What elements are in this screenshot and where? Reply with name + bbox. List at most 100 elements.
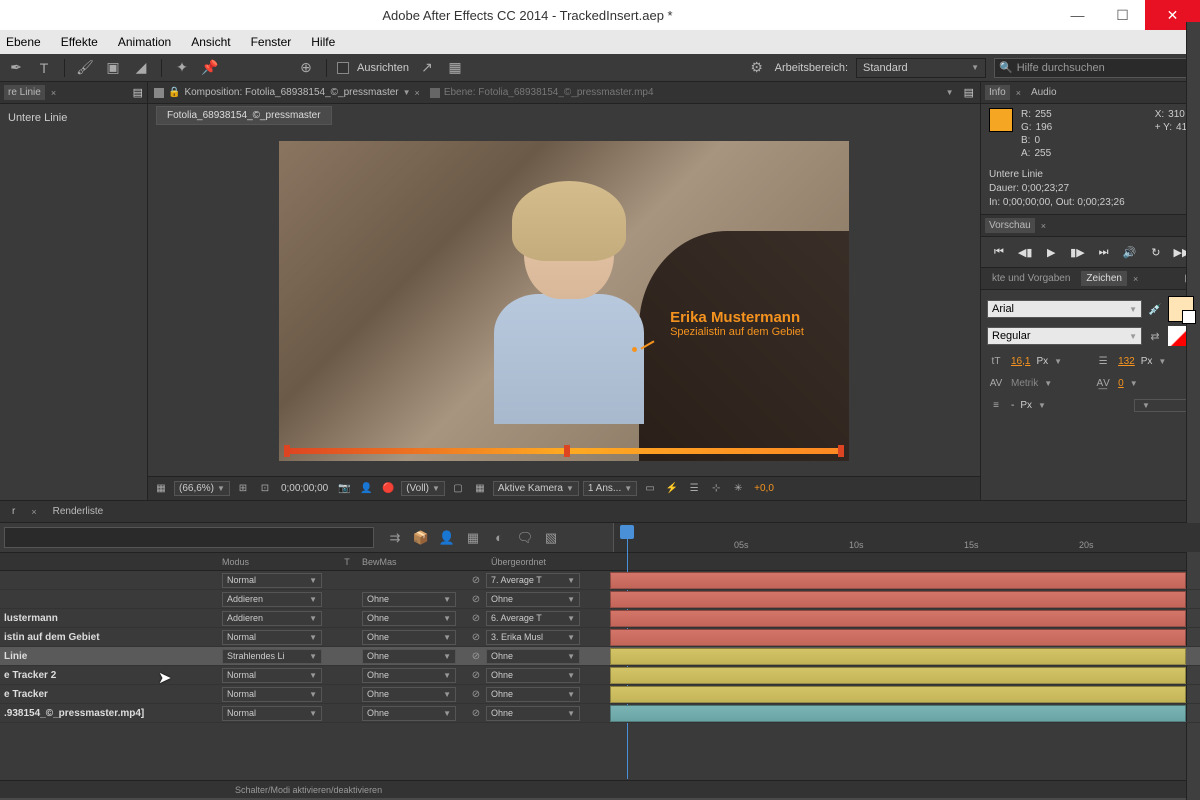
audio-tab[interactable]: Audio: [1027, 85, 1061, 100]
char-close-icon[interactable]: ×: [1133, 274, 1138, 284]
tab-close-icon[interactable]: ×: [51, 88, 56, 98]
pickwhip-icon[interactable]: ⊘: [466, 708, 486, 719]
blend-mode-dropdown[interactable]: Normal▼: [222, 706, 322, 721]
reset-exposure-icon[interactable]: ✳: [729, 480, 747, 498]
playhead[interactable]: [620, 525, 634, 539]
play-button[interactable]: ▶: [1041, 243, 1061, 261]
pickwhip-icon[interactable]: ⊘: [466, 651, 486, 662]
timeline-tab-1[interactable]: r: [6, 504, 21, 519]
fast-preview-icon[interactable]: ⚡: [663, 480, 681, 498]
motion-blur-icon[interactable]: ◐: [488, 527, 510, 549]
snapshot-icon[interactable]: 📷: [335, 480, 353, 498]
parent-dropdown[interactable]: 7. Average T▼: [486, 573, 580, 588]
time-ruler[interactable]: 05s 10s 15s 20s: [613, 523, 1200, 552]
resolution-dropdown[interactable]: (Voll)▼: [401, 481, 445, 496]
blend-mode-dropdown[interactable]: Addieren▼: [222, 611, 322, 626]
brain-icon[interactable]: 🗨: [514, 527, 536, 549]
comp-tab-1[interactable]: Komposition: Fotolia_68938154_©_pressmas…: [184, 87, 398, 98]
tracking-value[interactable]: 0: [1118, 378, 1124, 389]
timecode-display[interactable]: 0;00;00;00: [278, 483, 331, 494]
blend-mode-dropdown[interactable]: Normal▼: [222, 573, 322, 588]
camera-dropdown[interactable]: Aktive Kamera▼: [493, 481, 579, 496]
help-search-input[interactable]: 🔍Hilfe durchsuchen: [994, 58, 1194, 78]
zoom-dropdown[interactable]: (66,6%)▼: [174, 481, 230, 496]
last-frame-button[interactable]: ⏭: [1094, 243, 1114, 261]
roi-icon[interactable]: ▢: [449, 480, 467, 498]
workspace-dropdown[interactable]: Standard▼: [856, 58, 986, 78]
preview-close-icon[interactable]: ×: [1041, 221, 1046, 231]
layer-bar[interactable]: [610, 629, 1186, 646]
axis-icon[interactable]: ⊕: [296, 58, 316, 78]
pickwhip-icon[interactable]: ⊘: [466, 670, 486, 681]
next-frame-button[interactable]: ▮▶: [1067, 243, 1087, 261]
pickwhip-icon[interactable]: ⊘: [466, 594, 486, 605]
parent-dropdown[interactable]: 6. Average T▼: [486, 611, 580, 626]
timeline-search-input[interactable]: [4, 527, 374, 548]
parent-dropdown[interactable]: Ohne▼: [486, 706, 580, 721]
font-size-value[interactable]: 16,1: [1011, 356, 1030, 367]
fill-stroke-swatch[interactable]: [1168, 296, 1194, 322]
layer-bar[interactable]: [610, 610, 1186, 627]
menu-ebene[interactable]: Ebene: [4, 35, 43, 49]
left-tab[interactable]: re Linie: [4, 85, 45, 100]
preview-tab[interactable]: Vorschau: [985, 218, 1035, 233]
switches-toggle[interactable]: Schalter/Modi aktivieren/deaktivieren: [235, 785, 382, 795]
blend-mode-dropdown[interactable]: Normal▼: [222, 668, 322, 683]
comp-tab-2[interactable]: Ebene: Fotolia_68938154_©_pressmaster.mp…: [444, 87, 654, 98]
layer-bar[interactable]: [610, 591, 1186, 608]
magnify-icon[interactable]: ▦: [152, 480, 170, 498]
minimize-button[interactable]: —: [1055, 0, 1100, 30]
prev-frame-button[interactable]: ◀▮: [1015, 243, 1035, 261]
selection-box[interactable]: [284, 448, 844, 456]
parent-dropdown[interactable]: Ohne▼: [486, 592, 580, 607]
draft-3d-icon[interactable]: 📦: [410, 527, 432, 549]
eraser-tool-icon[interactable]: ◢: [131, 58, 151, 78]
menu-animation[interactable]: Animation: [116, 35, 173, 49]
info-tab[interactable]: Info: [985, 85, 1010, 100]
search-icon[interactable]: ⚙: [747, 58, 767, 78]
menu-fenster[interactable]: Fenster: [249, 35, 294, 49]
font-style-dropdown[interactable]: Regular▼: [987, 327, 1142, 345]
nested-comp-tab[interactable]: Fotolia_68938154_©_pressmaster: [156, 106, 332, 125]
clone-tool-icon[interactable]: ▣: [103, 58, 123, 78]
pixel-aspect-icon[interactable]: ▭: [641, 480, 659, 498]
eyedropper-icon[interactable]: 💉: [1146, 300, 1164, 318]
snap-box-icon[interactable]: ▦: [445, 58, 465, 78]
channel-icon[interactable]: 👤: [357, 480, 375, 498]
flowchart-icon[interactable]: ⊹: [707, 480, 725, 498]
snap-checkbox[interactable]: [337, 62, 349, 74]
blend-mode-dropdown[interactable]: Strahlendes Li▼: [222, 649, 322, 664]
parent-dropdown[interactable]: Ohne▼: [486, 668, 580, 683]
comp-mini-flowchart-icon[interactable]: ⇉: [384, 527, 406, 549]
hide-shy-icon[interactable]: 👤: [436, 527, 458, 549]
exposure-value[interactable]: +0,0: [751, 483, 777, 494]
pickwhip-icon[interactable]: ⊘: [466, 613, 486, 624]
grid-icon[interactable]: ⊞: [234, 480, 252, 498]
menu-effekte[interactable]: Effekte: [59, 35, 100, 49]
effects-presets-tab[interactable]: kte und Vorgaben: [987, 271, 1075, 286]
pen-tool-icon[interactable]: ✒: [6, 58, 26, 78]
stroke-value[interactable]: -: [1011, 400, 1014, 411]
comp-menu-icon[interactable]: ▤: [964, 86, 974, 99]
pickwhip-icon[interactable]: ⊘: [466, 689, 486, 700]
track-matte-dropdown[interactable]: Ohne▼: [362, 668, 456, 683]
layer-bar[interactable]: [610, 667, 1186, 684]
blend-mode-dropdown[interactable]: Normal▼: [222, 630, 322, 645]
roto-tool-icon[interactable]: ✦: [172, 58, 192, 78]
comp-dropdown-icon[interactable]: ▼: [946, 88, 954, 97]
parent-dropdown[interactable]: Ohne▼: [486, 687, 580, 702]
pickwhip-icon[interactable]: ⊘: [466, 575, 486, 586]
track-matte-dropdown[interactable]: Ohne▼: [362, 649, 456, 664]
info-close-icon[interactable]: ×: [1016, 88, 1021, 98]
graph-editor-icon[interactable]: ▧: [540, 527, 562, 549]
maximize-button[interactable]: ☐: [1100, 0, 1145, 30]
kerning-value[interactable]: Metrik: [1011, 378, 1038, 389]
views-dropdown[interactable]: 1 Ans...▼: [583, 481, 637, 496]
text-tool-icon[interactable]: T: [34, 58, 54, 78]
track-matte-dropdown[interactable]: Ohne▼: [362, 592, 456, 607]
snap-opts-icon[interactable]: ↗: [417, 58, 437, 78]
loop-button[interactable]: ↻: [1146, 243, 1166, 261]
parent-dropdown[interactable]: 3. Erika Musl▼: [486, 630, 580, 645]
parent-dropdown[interactable]: Ohne▼: [486, 649, 580, 664]
render-queue-tab[interactable]: Renderliste: [47, 504, 110, 519]
